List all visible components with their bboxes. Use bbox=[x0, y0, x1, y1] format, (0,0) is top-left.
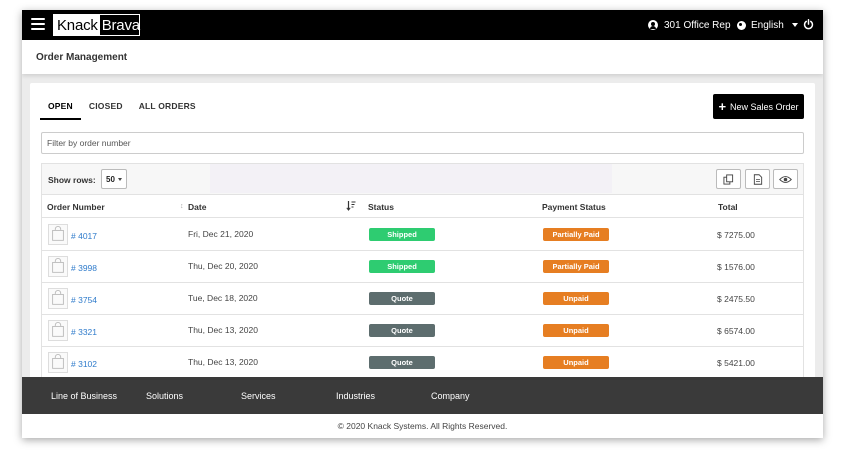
language-label: English bbox=[751, 19, 784, 31]
toolbar-spacer bbox=[210, 164, 612, 193]
order-total: $ 7275.00 bbox=[717, 230, 755, 240]
user-name: 301 Office Rep bbox=[664, 19, 731, 31]
plus-icon: + bbox=[718, 98, 727, 114]
power-icon[interactable] bbox=[803, 19, 814, 30]
order-total: $ 5421.00 bbox=[717, 358, 755, 368]
order-date: Thu, Dec 13, 2020 bbox=[188, 357, 258, 367]
column-header-payment-status[interactable]: Payment Status bbox=[542, 202, 606, 212]
logo-text-knack: Knack bbox=[54, 15, 100, 35]
copyright: © 2020 Knack Systems. All Rights Reserve… bbox=[22, 414, 823, 438]
status-badge: Quote bbox=[369, 356, 435, 369]
hamburger-menu-icon[interactable] bbox=[31, 18, 45, 30]
footer-link-line-of-business[interactable]: Line of Business bbox=[51, 391, 117, 401]
footer-link-services[interactable]: Services bbox=[241, 391, 276, 401]
order-number-link[interactable]: # 3754 bbox=[71, 295, 97, 305]
footer-link-industries[interactable]: Industries bbox=[336, 391, 375, 401]
orders-table: Show rows: 50 Order Number ↕ Date Status… bbox=[41, 163, 804, 383]
column-header-date[interactable]: Date bbox=[188, 202, 206, 212]
show-rows-label: Show rows: bbox=[48, 175, 96, 185]
order-date: Thu, Dec 13, 2020 bbox=[188, 325, 258, 335]
order-date: Tue, Dec 18, 2020 bbox=[188, 293, 258, 303]
user-menu[interactable]: 301 Office Rep bbox=[648, 10, 731, 40]
order-number-link[interactable]: # 4017 bbox=[71, 231, 97, 241]
tab-all-orders[interactable]: ALL ORDERS bbox=[131, 97, 204, 120]
new-sales-order-button[interactable]: + New Sales Order bbox=[713, 94, 804, 119]
order-date: Fri, Dec 21, 2020 bbox=[188, 229, 254, 239]
order-total: $ 2475.50 bbox=[717, 294, 755, 304]
chevron-down-icon bbox=[117, 177, 122, 181]
tab-open[interactable]: OPEN bbox=[40, 97, 81, 120]
status-badge: Quote bbox=[369, 292, 435, 305]
status-badge: Shipped bbox=[369, 228, 435, 241]
order-number-link[interactable]: # 3321 bbox=[71, 327, 97, 337]
title-bar: Order Management bbox=[22, 40, 823, 74]
language-selector[interactable]: English bbox=[737, 10, 798, 40]
shopping-bag-icon bbox=[48, 288, 68, 309]
export-button[interactable] bbox=[745, 169, 770, 189]
logo-text-brava: Brava bbox=[101, 17, 140, 34]
sort-descending-icon[interactable] bbox=[346, 200, 356, 211]
copy-button[interactable] bbox=[716, 169, 741, 189]
column-header-order-number[interactable]: Order Number bbox=[47, 202, 105, 212]
copy-icon bbox=[723, 173, 734, 185]
payment-status-badge: Unpaid bbox=[543, 292, 609, 305]
order-date: Thu, Dec 20, 2020 bbox=[188, 261, 258, 271]
column-header-status[interactable]: Status bbox=[368, 202, 394, 212]
footer: Line of Business Solutions Services Indu… bbox=[22, 377, 823, 414]
status-badge: Shipped bbox=[369, 260, 435, 273]
shopping-bag-icon bbox=[48, 352, 68, 373]
order-filter-input[interactable] bbox=[41, 132, 804, 154]
column-visibility-button[interactable] bbox=[773, 169, 798, 189]
table-row[interactable]: # 3998 Thu, Dec 20, 2020 Shipped Partially … bbox=[42, 251, 803, 283]
orders-card: OPEN CIOSED ALL ORDERS + New Sales Order… bbox=[30, 83, 815, 383]
eye-icon bbox=[779, 175, 792, 183]
table-row[interactable]: # 3321 Thu, Dec 13, 2020 Quote Unpaid $ 6574… bbox=[42, 315, 803, 347]
status-badge: Quote bbox=[369, 324, 435, 337]
chevron-down-icon bbox=[791, 23, 798, 27]
footer-link-solutions[interactable]: Solutions bbox=[146, 391, 183, 401]
column-header-total[interactable]: Total bbox=[718, 202, 738, 212]
order-tabs: OPEN CIOSED ALL ORDERS bbox=[40, 97, 204, 120]
payment-status-badge: Unpaid bbox=[543, 356, 609, 369]
order-number-link[interactable]: # 3102 bbox=[71, 359, 97, 369]
table-row[interactable]: # 3102 Thu, Dec 13, 2020 Quote Unpaid $ 5421… bbox=[42, 347, 803, 379]
table-row[interactable]: # 3754 Tue, Dec 18, 2020 Quote Unpaid $ 2475… bbox=[42, 283, 803, 315]
rows-per-page-value: 50 bbox=[106, 174, 115, 184]
user-icon bbox=[648, 20, 658, 30]
top-bar: Knack Brava 301 Office Rep English bbox=[22, 10, 823, 40]
order-total: $ 6574.00 bbox=[717, 326, 755, 336]
shopping-bag-icon bbox=[48, 224, 68, 245]
footer-link-company[interactable]: Company bbox=[431, 391, 470, 401]
order-total: $ 1576.00 bbox=[717, 262, 755, 272]
payment-status-badge: Partially Paid bbox=[543, 228, 609, 241]
table-header: Order Number ↕ Date Status Payment Statu… bbox=[42, 195, 803, 218]
order-number-link[interactable]: # 3998 bbox=[71, 263, 97, 273]
logo[interactable]: Knack Brava bbox=[53, 14, 140, 36]
shopping-bag-icon bbox=[48, 320, 68, 341]
tab-closed[interactable]: CIOSED bbox=[81, 97, 131, 120]
payment-status-badge: Unpaid bbox=[543, 324, 609, 337]
new-sales-order-label: New Sales Order bbox=[730, 101, 799, 112]
page-title: Order Management bbox=[36, 52, 128, 63]
sort-icon[interactable]: ↕ bbox=[180, 203, 184, 210]
table-toolbar: Show rows: 50 bbox=[42, 164, 803, 195]
shopping-bag-icon bbox=[48, 256, 68, 277]
globe-icon bbox=[737, 20, 746, 30]
document-icon bbox=[753, 173, 762, 185]
table-row[interactable]: # 4017 Fri, Dec 21, 2020 Shipped Partially … bbox=[42, 219, 803, 251]
rows-per-page-select[interactable]: 50 bbox=[101, 169, 127, 189]
payment-status-badge: Partially Paid bbox=[543, 260, 609, 273]
app-window: Knack Brava 301 Office Rep English Order… bbox=[22, 10, 823, 438]
